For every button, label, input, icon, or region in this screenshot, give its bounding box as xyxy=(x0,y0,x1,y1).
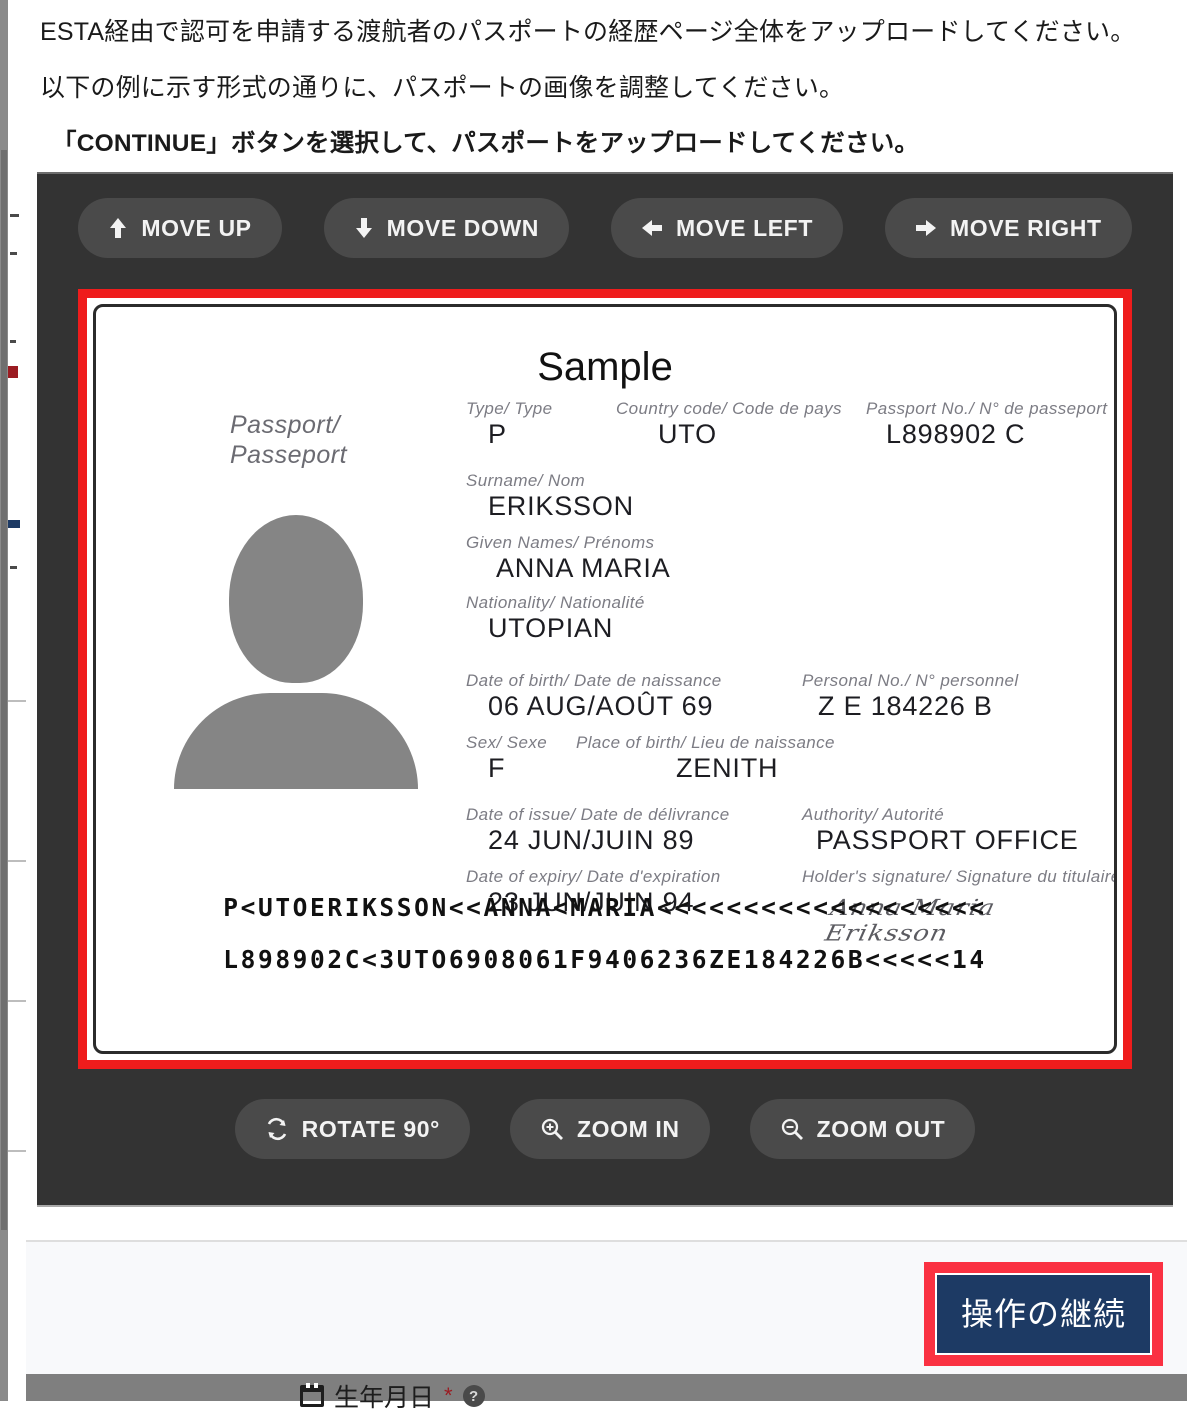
field-surname-value: ERIKSSON xyxy=(466,491,634,522)
modal-footer: 操作の継続 xyxy=(26,1240,1187,1374)
rotate-90-button[interactable]: ROTATE 90° xyxy=(235,1099,470,1159)
machine-readable-zone: P<UTOERIKSSON<<ANNA<MARIA<<<<<<<<<<<<<<<… xyxy=(96,882,1114,987)
passport-doc-label-en: Passport/ xyxy=(230,411,347,441)
field-nationality-label: Nationality/ Nationalité xyxy=(466,593,645,613)
arrow-down-icon xyxy=(354,217,374,239)
background-left-sliver xyxy=(8,0,26,1401)
zoom-out-button[interactable]: ZOOM OUT xyxy=(750,1099,976,1159)
passport-preview-frame[interactable]: Sample Passport/ Passeport Type/ Type P xyxy=(78,289,1132,1069)
passport-sample-title: Sample xyxy=(96,345,1114,390)
field-sex-value: F xyxy=(466,753,576,784)
field-nationality-value: UTOPIAN xyxy=(466,613,645,644)
background-dob-label: 生年月日 xyxy=(334,1378,434,1414)
zoom-in-button[interactable]: ZOOM IN xyxy=(510,1099,710,1159)
arrow-up-icon xyxy=(108,217,128,239)
page-scrollbar[interactable] xyxy=(0,0,8,1401)
field-issue-value: 24 JUN/JUIN 89 xyxy=(466,825,730,856)
passport-sample-image: Sample Passport/ Passeport Type/ Type P xyxy=(93,304,1117,1054)
required-mark: * xyxy=(444,1383,453,1409)
arrow-left-icon xyxy=(641,218,663,238)
field-type-value: P xyxy=(466,419,616,450)
instruction-line-2: 以下の例に示す形式の通りに、パスポートの画像を調整してください。 xyxy=(40,72,1173,104)
field-given-names-value: ANNA MARIA xyxy=(466,553,671,584)
mrz-line-1: P<UTOERIKSSON<<ANNA<MARIA<<<<<<<<<<<<<<<… xyxy=(96,882,1114,935)
move-right-label: MOVE RIGHT xyxy=(950,215,1102,242)
field-authority-value: PASSPORT OFFICE xyxy=(802,825,1079,856)
field-passport-no-value: L898902 C xyxy=(866,419,1107,450)
rotate-icon xyxy=(265,1117,289,1141)
continue-button[interactable]: 操作の継続 xyxy=(935,1273,1152,1355)
instruction-line-3: 「CONTINUE」ボタンを選択して、パスポートをアップロードしてください。 xyxy=(40,128,1173,159)
passport-doc-label-fr: Passeport xyxy=(230,441,347,471)
passport-doc-label: Passport/ Passeport xyxy=(230,411,347,470)
arrow-right-icon xyxy=(915,218,937,238)
field-authority-label: Authority/ Autorité xyxy=(802,805,1079,825)
rotate-90-label: ROTATE 90° xyxy=(302,1116,440,1143)
background-dob-field: 生年月日 * ? xyxy=(300,1378,485,1414)
transform-toolbar: ROTATE 90° ZOOM IN xyxy=(37,1099,1173,1159)
field-pob-label: Place of birth/ Lieu de naissance xyxy=(576,733,835,753)
move-down-button[interactable]: MOVE DOWN xyxy=(324,198,569,258)
field-pob-value: ZENITH xyxy=(576,753,835,784)
move-down-label: MOVE DOWN xyxy=(387,215,539,242)
field-type-label: Type/ Type xyxy=(466,399,616,419)
calendar-icon xyxy=(300,1385,324,1407)
upload-passport-modal: ESTA経由で認可を申請する渡航者のパスポートの経歴ページ全体をアップロードして… xyxy=(26,0,1187,1374)
instruction-line-1: ESTA経由で認可を申請する渡航者のパスポートの経歴ページ全体をアップロードして… xyxy=(40,16,1173,48)
field-passport-no-label: Passport No./ N° de passeport xyxy=(866,399,1107,419)
field-issue-label: Date of issue/ Date de délivrance xyxy=(466,805,730,825)
field-dob-value: 06 AUG/AOÛT 69 xyxy=(466,691,722,722)
field-country-code-label: Country code/ Code de pays xyxy=(616,399,866,419)
field-dob-label: Date of birth/ Date de naissance xyxy=(466,671,722,691)
image-editor-panel: MOVE UP MOVE DOWN MOVE LEFT MOVE RIGHT xyxy=(37,172,1173,1207)
question-mark-icon: ? xyxy=(463,1385,485,1407)
person-silhouette-icon xyxy=(171,515,421,785)
field-sex-label: Sex/ Sexe xyxy=(466,733,576,753)
zoom-out-label: ZOOM OUT xyxy=(817,1116,946,1143)
field-given-names-label: Given Names/ Prénoms xyxy=(466,533,671,553)
zoom-in-label: ZOOM IN xyxy=(577,1116,680,1143)
passport-field-list: Type/ Type P Country code/ Code de pays … xyxy=(466,399,1094,937)
instructions-block: ESTA経由で認可を申請する渡航者のパスポートの経歴ページ全体をアップロードして… xyxy=(26,0,1187,159)
move-up-button[interactable]: MOVE UP xyxy=(78,198,281,258)
magnifier-minus-icon xyxy=(780,1117,804,1141)
field-surname-label: Surname/ Nom xyxy=(466,471,634,491)
scrollbar-thumb[interactable] xyxy=(1,150,7,1230)
field-country-code-value: UTO xyxy=(616,419,866,450)
move-toolbar: MOVE UP MOVE DOWN MOVE LEFT MOVE RIGHT xyxy=(37,174,1173,258)
magnifier-plus-icon xyxy=(540,1117,564,1141)
mrz-line-2: L898902C<3UTO6908061F9406236ZE184226B<<<… xyxy=(96,934,1114,987)
move-up-label: MOVE UP xyxy=(141,215,251,242)
move-left-label: MOVE LEFT xyxy=(676,215,813,242)
move-left-button[interactable]: MOVE LEFT xyxy=(611,198,843,258)
continue-button-highlight: 操作の継続 xyxy=(924,1262,1163,1366)
move-right-button[interactable]: MOVE RIGHT xyxy=(885,198,1132,258)
field-personal-no-value: Z E 184226 B xyxy=(802,691,1019,722)
field-personal-no-label: Personal No./ N° personnel xyxy=(802,671,1019,691)
